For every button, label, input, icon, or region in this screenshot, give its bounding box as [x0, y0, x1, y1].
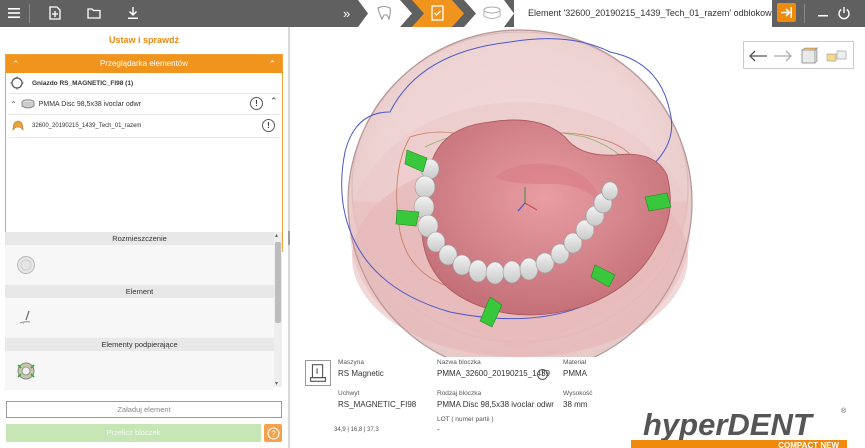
- load-element-button[interactable]: Załaduj element: [6, 401, 282, 418]
- denture-icon: [12, 120, 24, 131]
- download-icon[interactable]: [122, 3, 144, 23]
- lot-label: LOT ( numer partii ): [437, 416, 494, 423]
- lot-value: -: [437, 425, 440, 434]
- step-tooth[interactable]: [358, 0, 412, 27]
- scene-render: [341, 29, 693, 357]
- logo-registered-mark: ®: [841, 408, 847, 415]
- height-value: 38 mm: [563, 400, 588, 409]
- chevron-up-icon[interactable]: ⌃: [12, 55, 20, 73]
- minimize-icon[interactable]: [812, 3, 834, 23]
- tree-row-label: 32600_20190215_1439_Tech_01_razem: [32, 123, 142, 129]
- arrow-left-icon[interactable]: [746, 45, 770, 66]
- tree-row-label: PMMA Disc 98,5x38 ivoclar odwr: [38, 100, 142, 108]
- panel-title: Ustaw i sprawdź: [108, 35, 180, 45]
- machine-value: RS Magnetic: [338, 369, 384, 378]
- 3d-viewport[interactable]: Maszyna RS Magnetic Nazwa bloczka PMMA_3…: [290, 27, 865, 448]
- element-browser: ⌃ Przeglądarka elementów ⌃ Gniazdo RS_MA…: [5, 54, 283, 252]
- svg-text:?: ?: [271, 429, 276, 438]
- wizard-arrows-label: »: [343, 6, 350, 21]
- holder-label: Uchwyt: [338, 390, 360, 397]
- blank-name-label: Nazwa bloczka: [437, 359, 481, 366]
- placement-icon[interactable]: [16, 255, 36, 275]
- element-browser-title: Przeglądarka elementów: [99, 59, 189, 68]
- hyperdent-logo: hyperDENT ® COMPACT NEW: [631, 407, 851, 448]
- section-header-placement[interactable]: Rozmieszczenie: [5, 232, 274, 245]
- height-label: Wysokość: [563, 390, 593, 397]
- tree-row-disc[interactable]: ⌃ PMMA Disc 98,5x38 ivoclar odwr ! ⌃: [6, 94, 282, 114]
- material-label: Materiał: [563, 359, 587, 366]
- left-panel: Ustaw i sprawdź ⌃ Przeglądarka elementów…: [0, 27, 288, 448]
- question-icon: ?: [266, 426, 280, 440]
- element-tool-icon[interactable]: [16, 308, 36, 328]
- dimensions-readout: 34,9 | 16,8 | 37,3: [334, 427, 379, 433]
- info-icon[interactable]: !: [537, 369, 548, 380]
- holder-value: RS_MAGNETIC_FI98: [338, 400, 417, 409]
- disc-icon: [21, 99, 35, 109]
- blank-type-value: PMMA Disc 98,5x38 ivoclar odwr: [437, 400, 554, 409]
- help-button[interactable]: ?: [264, 424, 282, 442]
- tree-row-holder[interactable]: Gniazdo RS_MAGNETIC_FI98 (1): [6, 73, 282, 93]
- scroll-down-icon[interactable]: ▾: [275, 380, 278, 387]
- element-browser-header[interactable]: ⌃ Przeglądarka elementów ⌃: [6, 55, 282, 73]
- info-icon[interactable]: !: [250, 97, 263, 110]
- exit-to-next-button[interactable]: [777, 3, 796, 22]
- open-folder-icon[interactable]: [83, 3, 105, 23]
- material-value: PMMA: [563, 369, 587, 378]
- top-toolbar: » Element '32600_20190215_1439_Tech_01_r…: [0, 0, 865, 27]
- machine-icon: [305, 360, 331, 386]
- view-navigation-box: [743, 41, 854, 69]
- support-icon[interactable]: [16, 361, 36, 381]
- toolbar-divider: [29, 4, 30, 23]
- holder-ring-icon: [10, 76, 24, 90]
- support-pin: [395, 209, 420, 227]
- logo-subtitle: COMPACT NEW: [631, 440, 847, 448]
- menu-icon[interactable]: [3, 3, 25, 23]
- tree-row-element[interactable]: 32600_20190215_1439_Tech_01_razem !: [6, 115, 282, 137]
- logo-hyper: hyper: [643, 407, 728, 442]
- tree-divider: [9, 137, 279, 138]
- logo-wordmark: hyperDENT: [643, 407, 812, 443]
- element-status-message: Element '32600_20190215_1439_Tech_01_raz…: [514, 0, 772, 27]
- section-header-supports[interactable]: Elementy podpierające: [5, 338, 274, 351]
- recalculate-blank-button[interactable]: Przelicz bloczek: [6, 424, 261, 442]
- chevron-up-icon[interactable]: ⌃: [10, 100, 17, 109]
- new-document-icon[interactable]: [44, 3, 66, 23]
- view-cube-icon[interactable]: [798, 45, 820, 66]
- properties-sections: Rozmieszczenie Element Elementy podpiera…: [5, 232, 274, 390]
- section-body-element: [5, 298, 274, 337]
- view-multi-icon[interactable]: [824, 45, 850, 66]
- logo-dent: DENT: [727, 407, 812, 442]
- chevron-up-icon[interactable]: ⌃: [270, 96, 278, 107]
- blank-type-label: Rodzaj bloczka: [437, 390, 482, 397]
- machine-label: Maszyna: [338, 359, 365, 366]
- blank-info-panel: Maszyna RS Magnetic Nazwa bloczka PMMA_3…: [290, 357, 865, 448]
- tree-row-label: Gniazdo RS_MAGNETIC_FI98 (1): [32, 79, 134, 87]
- chevron-up-icon[interactable]: ⌃: [268, 55, 276, 73]
- section-body-supports: [5, 351, 274, 390]
- arrow-right-exit-icon: [781, 7, 792, 18]
- scroll-up-icon[interactable]: ▴: [275, 232, 278, 239]
- blank-name-value: PMMA_32600_20190215_1439: [437, 369, 550, 378]
- section-body-placement: [5, 245, 274, 284]
- power-icon[interactable]: [833, 3, 855, 23]
- app-window: » Element '32600_20190215_1439_Tech_01_r…: [0, 0, 865, 448]
- info-icon[interactable]: !: [262, 119, 275, 132]
- section-header-element[interactable]: Element: [5, 285, 274, 298]
- scroll-thumb[interactable]: [275, 242, 281, 323]
- properties-scrollbar[interactable]: ▴ ▾: [274, 232, 282, 387]
- toolbar-divider-right: [804, 4, 805, 23]
- step-disc[interactable]: [464, 0, 514, 27]
- workflow-steps: »: [343, 0, 514, 27]
- arrow-right-icon[interactable]: [771, 45, 795, 66]
